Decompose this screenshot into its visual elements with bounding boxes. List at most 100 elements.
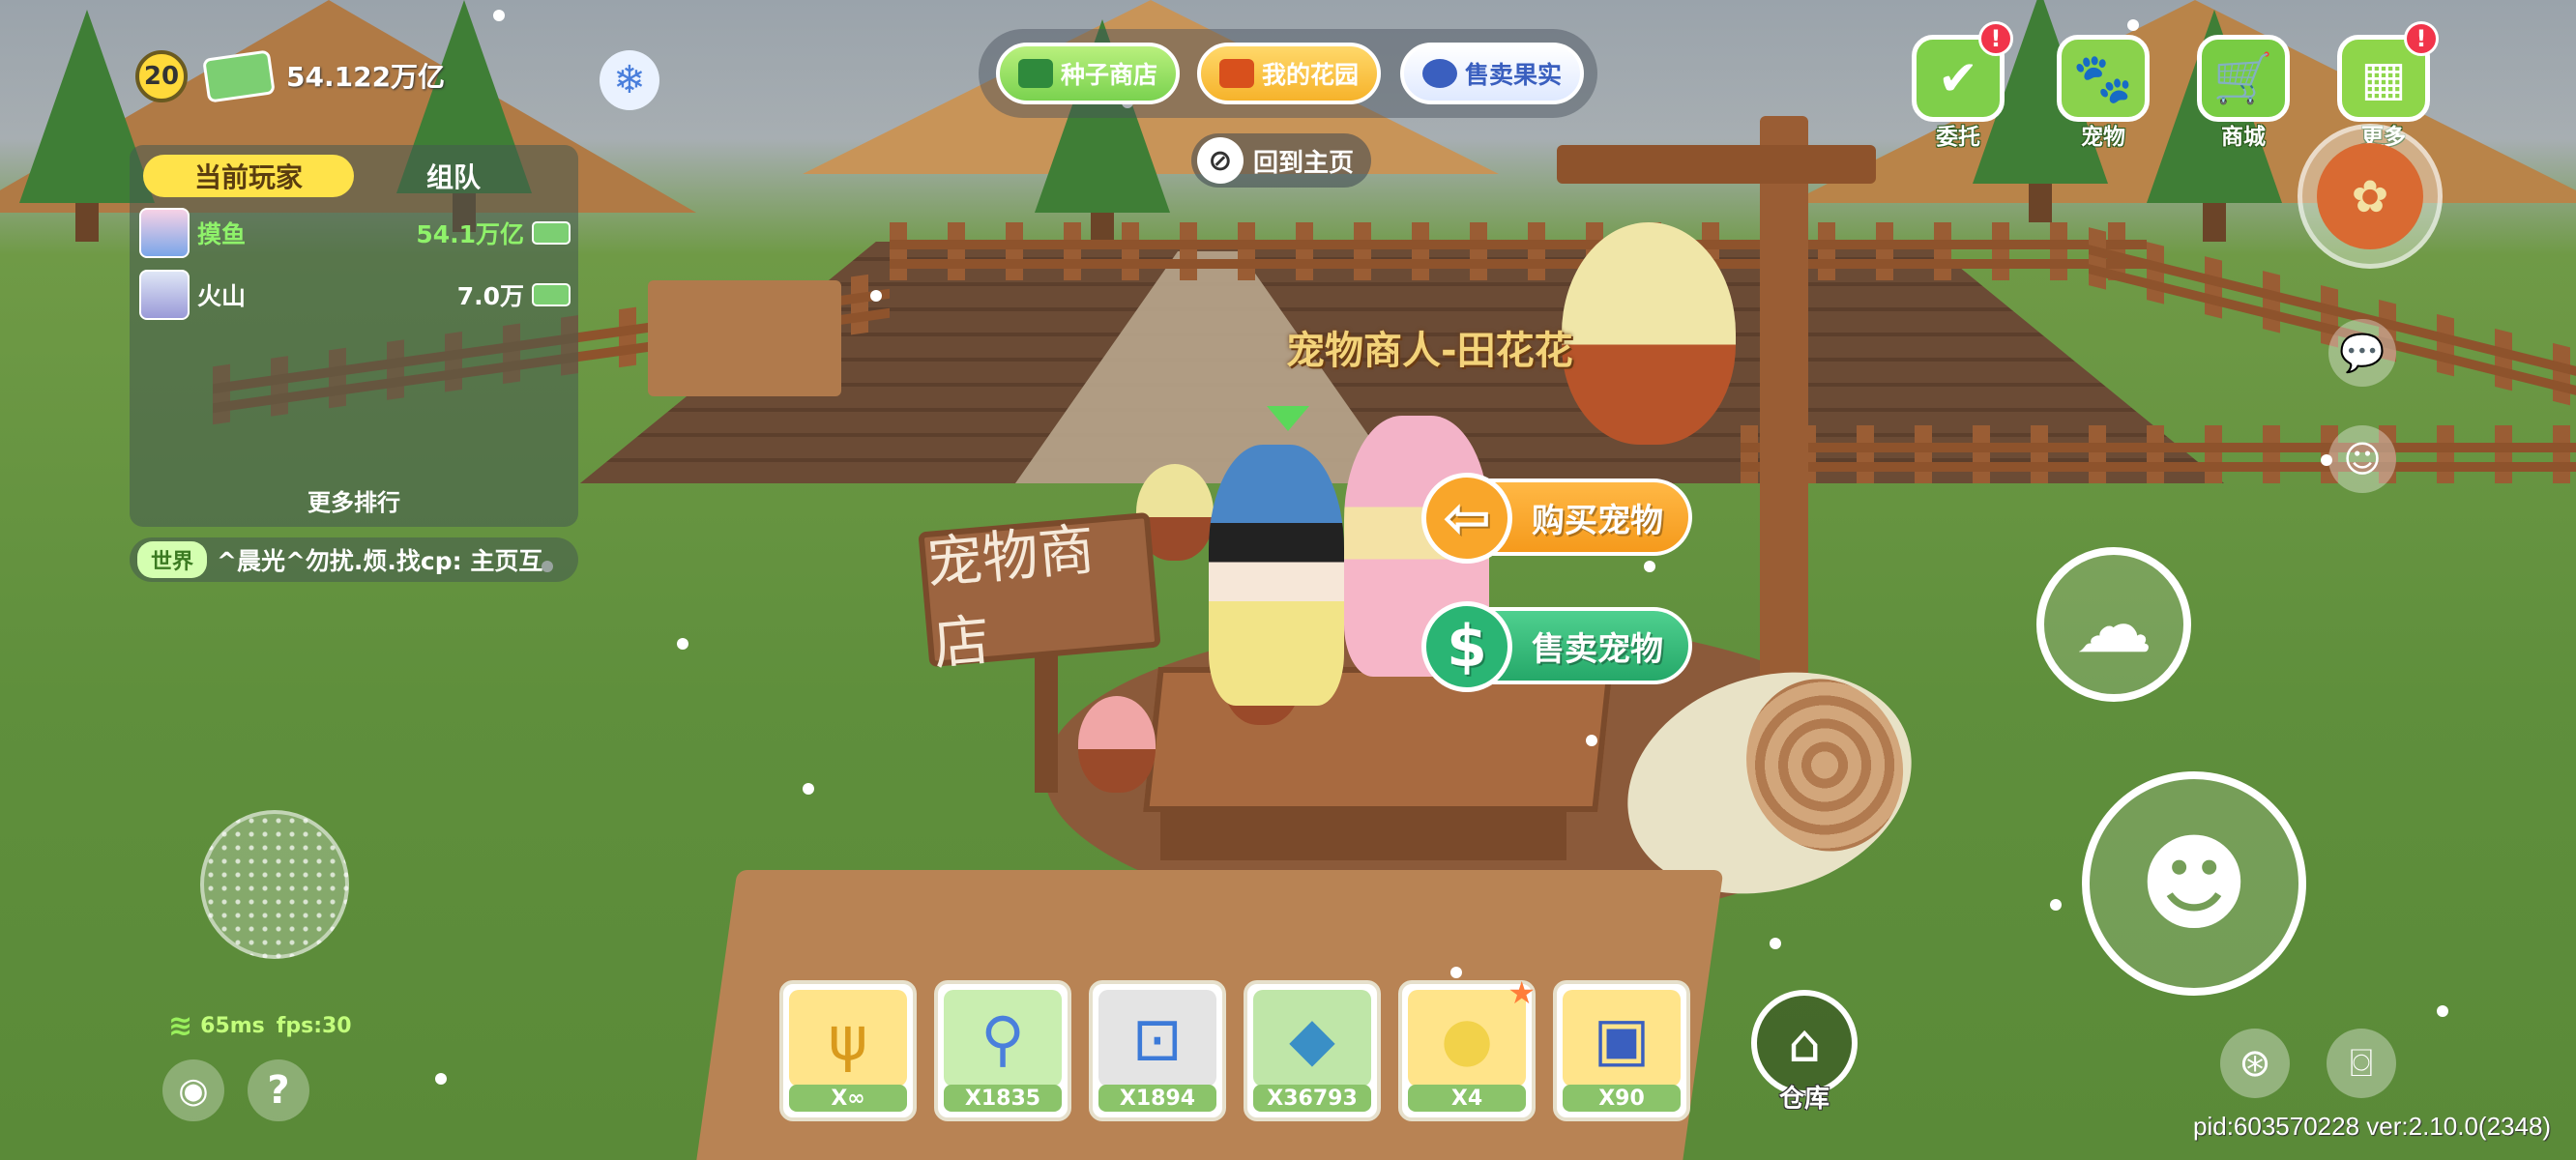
hotbar-slot-magnifier[interactable]: ⚲ X1835 — [934, 980, 1071, 1121]
item-count: X4 — [1408, 1085, 1526, 1112]
avatar — [139, 208, 190, 258]
item-count: X1835 — [944, 1085, 1062, 1112]
shop-icon — [1017, 59, 1053, 88]
seed-shop-label: 种子商店 — [1060, 61, 1157, 89]
eye-icon: ◉ — [178, 1070, 209, 1111]
money-bag-icon — [1421, 59, 1457, 88]
pet-shop-sign: 宠物商店 — [918, 511, 1161, 678]
warehouse-button[interactable]: ⌂ 仓库 — [1748, 990, 1860, 1121]
snowflake — [1586, 735, 1597, 746]
pet-egg-decoration — [1562, 222, 1736, 445]
snowflake — [2050, 899, 2062, 911]
lock-icon: ⊡ — [1098, 990, 1216, 1087]
jump-icon: ☻ — [2138, 822, 2250, 945]
fence — [890, 222, 2147, 280]
player-name: 摸鱼 — [197, 220, 247, 248]
warehouse-label: 仓库 — [1778, 1085, 1830, 1114]
item-count: X1894 — [1098, 1085, 1216, 1112]
egg-decoration — [1078, 696, 1156, 793]
fruit-icon: ✿ — [2317, 143, 2423, 249]
menu-label: 宠物 — [2081, 125, 2125, 150]
hotbar-slot-egg[interactable]: ● X4 ★ — [1398, 974, 1536, 1121]
my-garden-label: 我的花园 — [1261, 61, 1359, 89]
help-button[interactable]: ? — [248, 1059, 309, 1121]
ranking-panel: 当前玩家 组队 摸鱼 54.1万亿 火山 7.0万 更多排行 — [130, 145, 578, 527]
wooden-board — [648, 280, 841, 396]
chest-icon: ▣ — [1563, 990, 1681, 1087]
alert-badge: ! — [2404, 21, 2439, 56]
emote-button[interactable]: ☺ — [2328, 425, 2396, 493]
player-character[interactable] — [1209, 445, 1344, 706]
snowflake-icon: ❄ — [613, 58, 646, 102]
item-count: X90 — [1563, 1085, 1681, 1112]
buy-pet-label: 购买宠物 — [1532, 501, 1663, 540]
tab-team[interactable]: 组队 — [362, 155, 545, 197]
pitchfork-icon: ψ — [789, 990, 907, 1087]
cash-icon — [202, 49, 276, 103]
camera-icon: ⌼ — [2350, 1041, 2373, 1086]
sell-fruit-button[interactable]: 售卖果实 — [1400, 43, 1584, 104]
sell-fruit-label: 售卖果实 — [1464, 61, 1562, 89]
watering-can-icon: ◆ — [1253, 990, 1371, 1087]
menu-pets[interactable]: 🐾 宠物 — [2040, 35, 2166, 160]
house-icon — [1218, 59, 1254, 88]
menu-label: 委托 — [1936, 125, 1980, 150]
hotbar-slot-lock[interactable]: ⊡ X1894 — [1089, 980, 1226, 1121]
item-count: X∞ — [789, 1085, 907, 1112]
fly-action-button[interactable]: ☁ — [2036, 547, 2191, 702]
player-money: 54.1万亿 — [416, 220, 524, 248]
dollar-icon: $ — [1421, 601, 1512, 692]
snowflake — [677, 638, 688, 650]
screenshot-button[interactable]: ⌼ — [2327, 1029, 2396, 1098]
more-rankings-button[interactable]: 更多排行 — [130, 483, 578, 517]
wooden-beam — [1557, 145, 1876, 184]
compass-icon: ⊘ — [1197, 137, 1244, 184]
chat-button[interactable]: 💬 — [2328, 319, 2396, 387]
tab-current-players[interactable]: 当前玩家 — [143, 155, 354, 197]
snowflake — [803, 783, 814, 795]
my-garden-button[interactable]: 我的花园 — [1197, 43, 1381, 104]
buy-arrow-icon: ⇦ — [1421, 473, 1512, 564]
menu-label: 商城 — [2221, 125, 2266, 150]
view-toggle-button[interactable]: ◉ — [162, 1059, 224, 1121]
ranking-row[interactable]: 火山 7.0万 — [139, 267, 571, 323]
question-icon: ? — [267, 1068, 290, 1113]
world-chat-bar[interactable]: 世界 ^晨光^勿扰.烦.找cp: 主页互 — [130, 537, 578, 582]
snowflake — [493, 10, 505, 21]
camera-rotate-button[interactable]: ⊛ — [2220, 1029, 2290, 1098]
menu-delegate[interactable]: ✔ 委托 ! — [1895, 21, 2021, 160]
hotbar-slot-pitchfork[interactable]: ψ X∞ — [779, 980, 917, 1121]
chat-channel-badge: 世界 — [137, 541, 208, 578]
player-money: 7.0万 — [456, 282, 524, 310]
cash-icon — [532, 283, 571, 306]
menu-mall[interactable]: 🛒 商城 — [2181, 35, 2306, 160]
hotbar-slot-watering-can[interactable]: ◆ X36793 — [1244, 980, 1381, 1121]
snowflake — [2437, 1005, 2448, 1017]
magnifier-icon: ⚲ — [944, 990, 1062, 1087]
wifi-icon: ≋ — [168, 1009, 193, 1043]
hotbar-slot-chest[interactable]: ▣ X90 — [1553, 980, 1690, 1121]
npc-name-label: 宠物商人-田花花 — [1286, 329, 1573, 373]
paw-icon: 🐾 — [2057, 35, 2150, 122]
fence — [1741, 425, 2576, 483]
version-info: pid:603570228 ver:2.10.0(2348) — [2193, 1112, 2552, 1141]
stall-table — [1143, 667, 1613, 812]
minimap-button[interactable]: ✿ — [2298, 124, 2443, 269]
jump-action-button[interactable]: ☻ — [2082, 771, 2306, 996]
snowflake — [2127, 19, 2139, 31]
item-count: X36793 — [1253, 1085, 1371, 1112]
snowflake-button[interactable]: ❄ — [600, 50, 659, 110]
ping-value: 65ms — [200, 1014, 265, 1038]
sell-pet-button[interactable]: $ 售卖宠物 — [1421, 601, 1692, 692]
interaction-marker-icon — [1267, 406, 1309, 431]
ranking-row[interactable]: 摸鱼 54.1万亿 — [139, 205, 571, 261]
return-home-button[interactable]: ⊘ 回到主页 — [1191, 133, 1372, 188]
buy-pet-button[interactable]: ⇦ 购买宠物 — [1421, 473, 1692, 564]
smiley-icon: ☺ — [2343, 438, 2382, 480]
sell-pet-label: 售卖宠物 — [1532, 629, 1663, 669]
player-level-badge: 20 — [135, 50, 188, 102]
seed-shop-button[interactable]: 种子商店 — [996, 43, 1180, 104]
snowflake — [1644, 561, 1655, 572]
snowflake — [1450, 967, 1462, 978]
movement-joystick[interactable] — [200, 810, 349, 959]
